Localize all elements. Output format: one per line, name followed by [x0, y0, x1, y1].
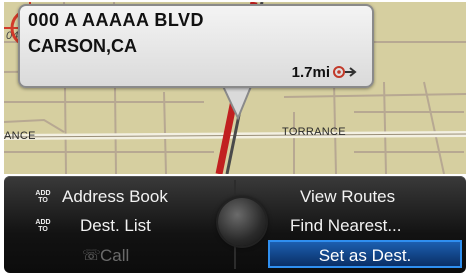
call-button[interactable]: ☏ Call: [82, 243, 202, 269]
set-as-dest-button[interactable]: Set as Dest.: [268, 240, 462, 268]
view-routes-button[interactable]: View Routes: [300, 184, 440, 210]
address-book-button[interactable]: ADD TO Address Book: [34, 184, 234, 210]
add-to-badge: ADD TO: [35, 219, 51, 233]
address-book-label: Address Book: [62, 187, 168, 206]
navigation-screen: 04 ANCE TORRANCE 000 A AAAAA BLVD CARSON…: [0, 0, 470, 275]
address-callout[interactable]: 000 A AAAAA BLVD CARSON,CA 1.7mi: [18, 4, 374, 88]
action-menu: ADD TO Address Book ADD TO Dest. List ☏ …: [4, 176, 466, 273]
address-line-1: 000 A AAAAA BLVD: [28, 10, 205, 30]
dest-list-label: Dest. List: [80, 216, 151, 235]
dest-list-button[interactable]: ADD TO Dest. List: [34, 213, 234, 239]
interface-dial-knob[interactable]: [218, 198, 266, 246]
phone-icon: ☏: [82, 247, 101, 264]
add-to-badge: ADD TO: [35, 190, 51, 204]
find-nearest-button[interactable]: Find Nearest...: [290, 213, 450, 239]
direction-arrow-icon: [333, 66, 357, 78]
distance-value: 1.7mi: [291, 64, 330, 81]
address-line-2: CARSON,CA: [28, 36, 138, 56]
call-label: Call: [100, 246, 130, 265]
